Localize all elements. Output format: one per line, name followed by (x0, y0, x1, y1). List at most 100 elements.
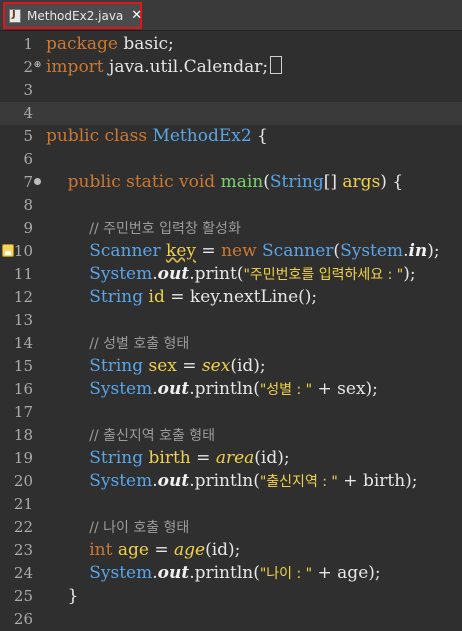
line-number: 1 (23, 35, 33, 53)
code-line[interactable]: 2 ⊕ import java.util.Calendar; (0, 56, 462, 79)
code-token: System (89, 563, 153, 583)
code-token: age (174, 540, 206, 560)
code-token: Scanner (262, 241, 334, 261)
code-token: "성별 : " (259, 382, 313, 398)
code-text: String sex = sex(id); (46, 355, 265, 378)
code-text: System.out.println("나이 : " + age); (46, 562, 381, 586)
code-line[interactable]: 22 // 나이 호출 형태 (0, 516, 462, 539)
line-number: 13 (13, 311, 33, 329)
code-line[interactable]: 1 package basic; (0, 33, 462, 56)
code-token: "나이 : " (259, 566, 313, 582)
code-line[interactable]: 14 // 성별 호출 형태 (0, 332, 462, 355)
line-number: 3 (23, 81, 33, 99)
code-line[interactable]: 5 public class MethodEx2 { (0, 125, 462, 148)
line-number: 4 (23, 104, 33, 122)
code-line[interactable]: 8 (0, 194, 462, 217)
code-line[interactable]: 26 (0, 608, 462, 631)
code-token: package (46, 34, 118, 54)
code-token: key (166, 241, 196, 261)
code-token: } (46, 586, 79, 606)
code-line[interactable]: 3 (0, 79, 462, 102)
code-text: package basic; (46, 33, 174, 56)
code-line[interactable]: 9 // 주민번호 입력창 활성화 (0, 217, 462, 240)
code-text: import java.util.Calendar; (46, 56, 283, 79)
fold-expand-icon[interactable]: ⊕ (33, 61, 42, 70)
code-token: "출신지역 : " (259, 474, 338, 490)
folded-imports-box[interactable] (270, 56, 283, 74)
code-line[interactable]: 11 System.out.print("주민번호를 입력하세요 : "); (0, 263, 462, 286)
code-text: int age = age(id); (46, 539, 240, 562)
code-token: = key.nextLine(); (164, 287, 318, 307)
code-token: basic; (117, 34, 174, 54)
line-number: 12 (13, 288, 33, 306)
code-token: + age); (312, 563, 381, 583)
line-number: 2 (23, 58, 33, 76)
code-line[interactable]: 17 (0, 401, 462, 424)
code-line[interactable]: 20 System.out.println("출신지역 : " + birth)… (0, 470, 462, 493)
code-text: public static void main(String[] args) { (46, 171, 404, 194)
warning-annotation-icon[interactable] (2, 244, 14, 257)
code-token: sex (148, 356, 177, 376)
code-token: .print( (189, 264, 244, 284)
code-line[interactable]: 19 String birth = area(id); (0, 447, 462, 470)
line-number: 11 (13, 265, 33, 283)
close-tab-icon[interactable]: ✕ (131, 9, 142, 22)
code-token: [] (323, 172, 343, 192)
code-editor[interactable]: 1 package basic; 2 ⊕ import java.util.Calend… (0, 31, 462, 628)
code-text: // 성별 호출 형태 (46, 332, 189, 356)
code-token: System (340, 241, 404, 261)
code-line[interactable]: 4 (0, 102, 462, 125)
code-token: ( (263, 172, 270, 192)
code-line[interactable]: 21 (0, 493, 462, 516)
line-number: 8 (23, 196, 33, 214)
code-token: .println( (189, 379, 260, 399)
code-token: String (89, 356, 144, 376)
line-number: 22 (13, 518, 33, 536)
code-token: area (215, 448, 255, 468)
code-token: System (89, 264, 153, 284)
code-line[interactable]: 10 Scanner key = new Scanner(System.in); (0, 240, 462, 263)
fold-collapse-icon[interactable] (34, 178, 41, 185)
code-line[interactable]: 23 int age = age(id); (0, 539, 462, 562)
code-token: + sex); (312, 379, 378, 399)
code-token: import (46, 57, 104, 77)
line-number: 20 (13, 472, 33, 490)
tab-methodex2-java[interactable]: MethodEx2.java ✕ (3, 2, 142, 29)
code-token: out (157, 379, 190, 399)
code-text: // 나이 호출 형태 (46, 516, 189, 540)
code-token: args (342, 172, 381, 192)
code-line[interactable]: 12 String id = key.nextLine(); (0, 286, 462, 309)
code-line[interactable]: 18 // 출신지역 호출 형태 (0, 424, 462, 447)
code-token: System (89, 471, 153, 491)
line-number: 16 (13, 380, 33, 398)
code-token: // 주민번호 입력창 활성화 (89, 221, 241, 237)
code-token: // 출신지역 호출 형태 (89, 428, 216, 444)
line-number: 25 (13, 587, 33, 605)
code-token: in (408, 241, 428, 261)
line-number: 15 (13, 357, 33, 375)
code-line[interactable]: 13 (0, 309, 462, 332)
code-text: } (46, 585, 79, 608)
code-line[interactable]: 6 (0, 148, 462, 171)
code-token: ) { (380, 172, 404, 192)
line-number: 18 (13, 426, 33, 444)
line-number: 9 (23, 219, 33, 237)
code-token: + birth); (337, 471, 418, 491)
code-line[interactable]: 25 } (0, 585, 462, 608)
code-line[interactable]: 24 System.out.println("나이 : " + age); (0, 562, 462, 585)
code-line[interactable]: 15 String sex = sex(id); (0, 355, 462, 378)
code-line[interactable]: 16 System.out.println("성별 : " + sex); (0, 378, 462, 401)
code-line[interactable]: 7 public static void main(String[] args)… (0, 171, 462, 194)
code-text: String id = key.nextLine(); (46, 286, 317, 309)
code-text: // 주민번호 입력창 활성화 (46, 217, 241, 241)
code-token: birth (148, 448, 191, 468)
